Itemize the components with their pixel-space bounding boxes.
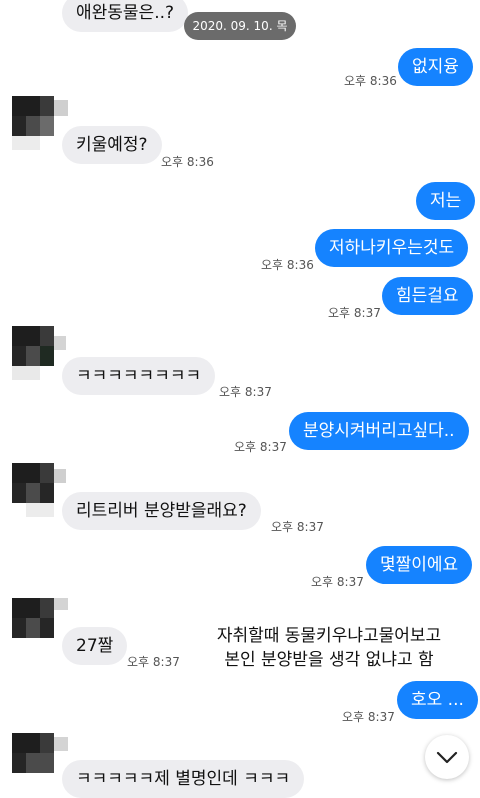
caption-line: 본인 분양받을 생각 없냐고 함 xyxy=(224,650,434,670)
message-bubble-incoming[interactable]: 애완동물은..? xyxy=(62,0,189,32)
message-bubble-outgoing[interactable]: 없지융 xyxy=(398,48,473,86)
message-timestamp: 오후 8:36 xyxy=(261,258,314,272)
caption-line: 자취할때 동물키우냐고물어보고 xyxy=(216,626,442,646)
message-timestamp: 오후 8:37 xyxy=(127,655,180,669)
message-timestamp: 오후 8:37 xyxy=(342,710,395,724)
message-bubble-incoming[interactable]: 리트리버 분양받을래요? xyxy=(62,492,261,530)
overlay-caption: 자취할때 동물키우냐고물어보고 본인 분양받을 생각 없냐고 함 xyxy=(196,624,462,672)
message-timestamp: 오후 8:37 xyxy=(271,520,324,534)
message-timestamp: 오후 8:37 xyxy=(328,306,381,320)
message-bubble-outgoing[interactable]: 호오 ... xyxy=(397,681,478,719)
date-divider: 2020. 09. 10. 목 xyxy=(184,12,296,40)
message-bubble-outgoing[interactable]: 몇짤이에요 xyxy=(366,546,473,584)
message-bubble-incoming[interactable]: 27짤 xyxy=(62,627,128,665)
chat-thread: 애완동물은..? 2020. 09. 10. 목 오후 8:36 없지융 키울예… xyxy=(0,0,480,798)
message-bubble-incoming[interactable]: ㅋㅋㅋㅋㅋ제 별명인데 ㅋㅋㅋ xyxy=(62,760,305,798)
message-bubble-incoming[interactable]: ㅋㅋㅋㅋㅋㅋㅋㅋ xyxy=(62,357,216,395)
message-timestamp: 오후 8:37 xyxy=(234,440,287,454)
message-bubble-outgoing[interactable]: 저는 xyxy=(416,182,476,220)
message-timestamp: 오후 8:37 xyxy=(219,385,272,399)
scroll-to-bottom-button[interactable] xyxy=(425,735,469,779)
chevron-down-icon xyxy=(436,751,458,764)
message-bubble-outgoing[interactable]: 힘든걸요 xyxy=(382,277,473,315)
message-bubble-outgoing[interactable]: 분양시켜버리고싶다.. xyxy=(289,412,469,450)
message-bubble-outgoing[interactable]: 저하나키우는것도 xyxy=(315,229,469,267)
message-timestamp: 오후 8:36 xyxy=(344,74,397,88)
message-timestamp: 오후 8:36 xyxy=(161,155,214,169)
message-timestamp: 오후 8:37 xyxy=(311,575,364,589)
message-bubble-incoming[interactable]: 키울예정? xyxy=(62,126,162,164)
